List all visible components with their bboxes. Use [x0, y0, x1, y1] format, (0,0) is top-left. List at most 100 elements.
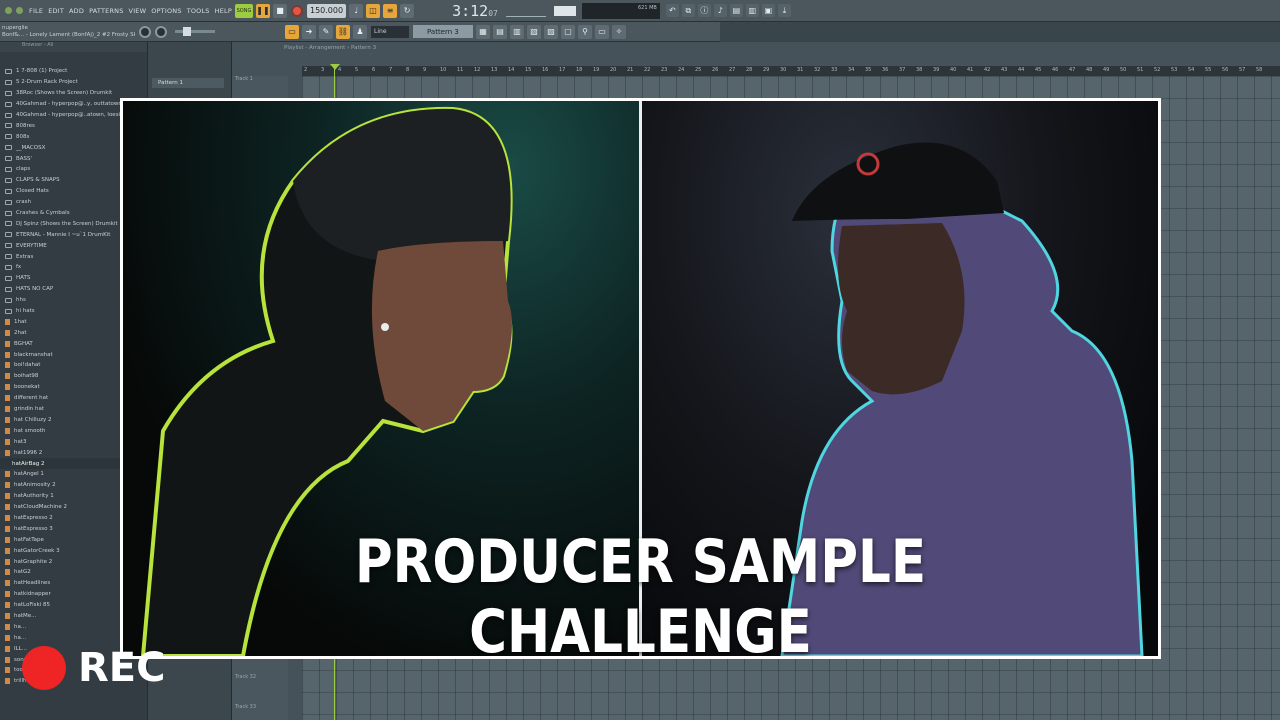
- ruler-bar-number: 28: [746, 67, 753, 73]
- stop-button[interactable]: ■: [272, 3, 287, 18]
- audio-file-icon: [5, 340, 10, 347]
- touch-keyboard-icon[interactable]: ▭: [595, 24, 609, 39]
- audio-file-icon: [5, 471, 10, 478]
- browser-window-icon[interactable]: ▨: [544, 24, 558, 39]
- window-minimize-icon[interactable]: [16, 7, 23, 14]
- track-header-33[interactable]: Track 33: [235, 704, 256, 710]
- pattern-song-toggle-icon[interactable]: ▭: [285, 24, 299, 39]
- wand-icon[interactable]: ✧: [612, 24, 626, 39]
- window-close-icon[interactable]: [5, 7, 12, 14]
- menu-tools[interactable]: TOOLS: [187, 7, 210, 15]
- play-button[interactable]: ❚❚: [255, 3, 270, 18]
- master-pitch-knob[interactable]: [139, 25, 151, 38]
- browser-item-label: BGHAT: [14, 340, 33, 347]
- track-header-1[interactable]: Track 1: [235, 76, 253, 82]
- folder-icon: [5, 199, 12, 205]
- browser-item-label: ha...: [14, 623, 27, 630]
- ruler-bar-number: 46: [1052, 67, 1059, 73]
- record-button[interactable]: [290, 4, 303, 17]
- browser-item-label: hatMe...: [14, 612, 37, 619]
- record-dot-icon: [22, 646, 66, 690]
- menu-help[interactable]: HELP: [215, 7, 232, 15]
- browser-item-label: hatHeadlines: [14, 580, 51, 587]
- playhead-marker[interactable]: [330, 64, 340, 70]
- ruler-bar-number: 2: [304, 67, 308, 73]
- piano-roll-icon[interactable]: ▤: [729, 4, 743, 17]
- piano-roll-window-icon[interactable]: ▤: [493, 24, 507, 39]
- ruler-bar-number: 26: [712, 67, 719, 73]
- menu-file[interactable]: FILE: [29, 7, 43, 15]
- ruler-bar-number: 3: [321, 67, 325, 73]
- plugin-icon[interactable]: ▢: [561, 24, 575, 39]
- folder-icon: [5, 188, 12, 194]
- audio-file-icon: [5, 438, 10, 445]
- secondary-toolbar: nuperglie Bonf&... - Lonely Lament (Bonf…: [0, 22, 720, 42]
- browser-item-label: Extras: [16, 253, 34, 260]
- menu-view[interactable]: VIEW: [129, 7, 147, 15]
- track-header-32[interactable]: Track 32: [235, 674, 256, 680]
- master-volume-slider[interactable]: [175, 27, 215, 36]
- ruler-bar-number: 12: [474, 67, 481, 73]
- mixer-window-icon[interactable]: ▧: [527, 24, 541, 39]
- ruler-bar-number: 8: [406, 67, 410, 73]
- mixer-icon[interactable]: ⧉: [681, 4, 695, 17]
- ruler-bar-number: 48: [1086, 67, 1093, 73]
- playlist-icon[interactable]: ▦: [476, 24, 490, 39]
- browser-item-label: 808res: [16, 122, 35, 129]
- link-icon[interactable]: ⛓: [336, 24, 350, 39]
- menu-options[interactable]: OPTIONS: [151, 7, 181, 15]
- audio-file-icon: [5, 678, 10, 685]
- folder-icon: [5, 101, 12, 107]
- menu-edit[interactable]: EDIT: [48, 7, 64, 15]
- ruler-bar-number: 24: [678, 67, 685, 73]
- audio-file-icon: [5, 482, 10, 489]
- browser-item-label: 2hat: [14, 329, 27, 336]
- ruler-bar-number: 20: [610, 67, 617, 73]
- audio-file-icon: [5, 384, 10, 391]
- fl-studio-window: FILE EDIT ADD PATTERNS VIEW OPTIONS TOOL…: [0, 0, 1280, 720]
- download-icon[interactable]: ⤓: [777, 4, 791, 17]
- song-position-display: 3:1207: [452, 2, 498, 20]
- song-mode-button[interactable]: SONG: [234, 3, 253, 18]
- tuning-fork-icon[interactable]: ⚲: [578, 24, 592, 39]
- stamp-icon[interactable]: ♟: [353, 24, 367, 39]
- metronome-icon[interactable]: ♩: [349, 3, 364, 18]
- countdown-icon[interactable]: ≡: [383, 3, 398, 18]
- folder-icon: [5, 90, 12, 96]
- browser-item-label: grindin hat: [14, 406, 45, 413]
- audio-file-icon: [5, 395, 10, 402]
- timeline-ruler[interactable]: 2 3 4 5 6 7 8 9 10 11 12 13 14 15 16 17 18 19 20 21 22 23 24 25…: [302, 66, 1280, 76]
- menu-add[interactable]: ADD: [69, 7, 84, 15]
- menu-patterns[interactable]: PATTERNS: [89, 7, 123, 15]
- brush-icon[interactable]: ✎: [319, 24, 333, 39]
- browser-item-label: blackmanshat: [14, 351, 53, 358]
- browser-folder[interactable]: 1 7-808 (1) Project: [0, 66, 148, 77]
- loop-record-icon[interactable]: ↻: [400, 3, 415, 18]
- arrow-icon[interactable]: ➜: [302, 24, 316, 39]
- channel-rack-icon[interactable]: ▥: [745, 4, 759, 17]
- ruler-bar-number: 35: [865, 67, 872, 73]
- master-volume-knob[interactable]: [155, 25, 167, 38]
- pattern-selector[interactable]: Pattern 3: [413, 25, 473, 38]
- info-icon[interactable]: ⓘ: [697, 4, 711, 17]
- snap-select[interactable]: Line: [371, 25, 409, 38]
- save-icon[interactable]: ▣: [761, 4, 775, 17]
- microphone-icon[interactable]: ♪: [713, 4, 727, 17]
- browser-item-label: hatGraphite 2: [14, 558, 53, 565]
- browser-folder[interactable]: 5 2-Drum Rack Project: [0, 77, 148, 88]
- pattern-item[interactable]: Pattern 1: [152, 78, 224, 88]
- browser-item-label: __MACOSX: [16, 144, 46, 151]
- wait-input-icon[interactable]: ◫: [366, 3, 381, 18]
- ruler-bar-number: 16: [542, 67, 549, 73]
- browser-item-label: hatAuthority 1: [14, 493, 54, 500]
- audio-file-icon: [5, 362, 10, 369]
- audio-file-icon: [5, 416, 10, 423]
- browser-item-label: different hat: [14, 395, 49, 402]
- tempo-display[interactable]: 150.000: [306, 3, 347, 18]
- channel-rack-window-icon[interactable]: ▥: [510, 24, 524, 39]
- ruler-bar-number: 52: [1154, 67, 1161, 73]
- audio-file-icon: [5, 504, 10, 511]
- ruler-bar-number: 30: [780, 67, 787, 73]
- undo-icon[interactable]: ↶: [665, 4, 679, 17]
- ruler-bar-number: 42: [984, 67, 991, 73]
